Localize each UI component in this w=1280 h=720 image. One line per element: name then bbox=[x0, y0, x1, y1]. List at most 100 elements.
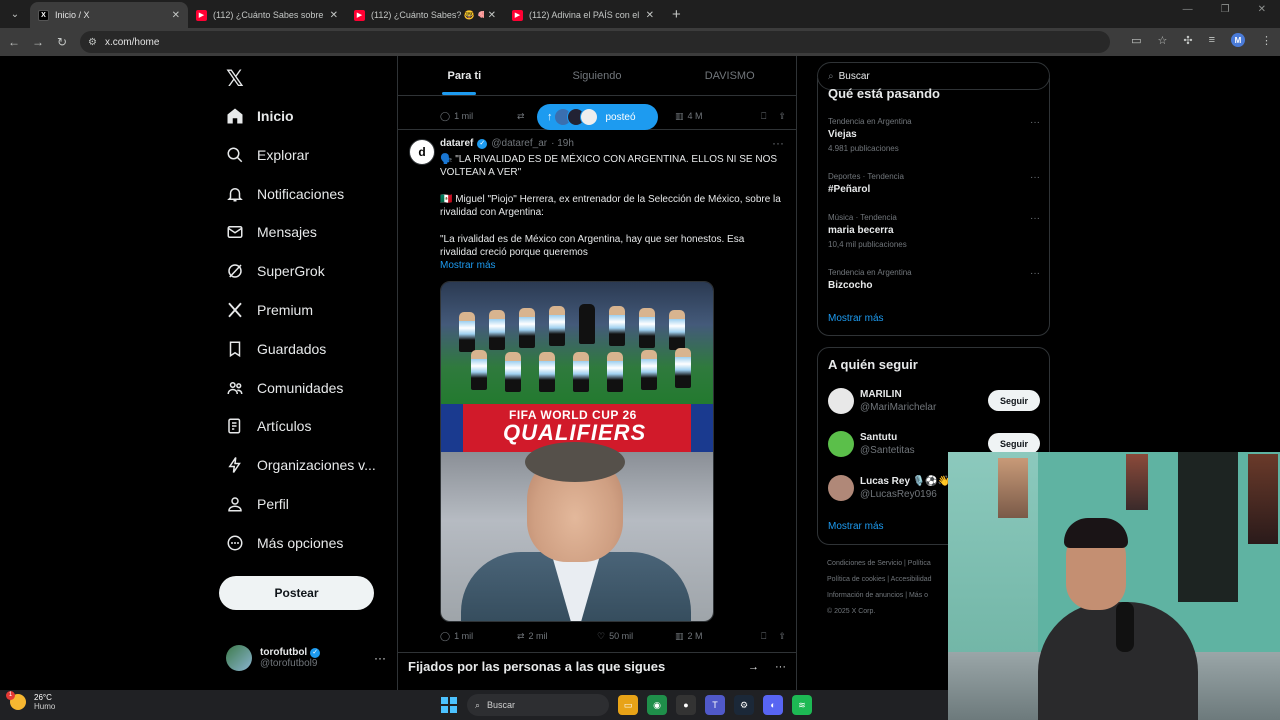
pinned-section-header[interactable]: Fijados por las personas a las que sigue… bbox=[408, 659, 786, 674]
bookmark-icon[interactable]: ⎕ bbox=[761, 631, 766, 642]
nav-item-articulos[interactable]: Artículos bbox=[226, 411, 311, 441]
new-posts-pill[interactable]: ↑ posteó bbox=[537, 104, 658, 130]
trend-more-icon[interactable]: ··· bbox=[1030, 268, 1040, 279]
follow-button[interactable]: Seguir bbox=[988, 390, 1040, 411]
minimize-icon[interactable]: — bbox=[1183, 4, 1193, 15]
close-tab-icon[interactable]: ✕ bbox=[488, 10, 496, 21]
trends-show-more-link[interactable]: Mostrar más bbox=[828, 313, 884, 324]
profile-avatar[interactable]: M bbox=[1231, 33, 1245, 47]
site-info-icon[interactable]: ⚙ bbox=[88, 37, 97, 48]
file-explorer-icon[interactable]: ▭ bbox=[618, 695, 638, 715]
extensions-icon[interactable]: ✣ bbox=[1183, 34, 1192, 47]
new-tab-button[interactable]: + bbox=[672, 6, 681, 23]
nav-item-perfil[interactable]: Perfil bbox=[226, 489, 289, 519]
steam-icon[interactable]: ⚙ bbox=[734, 695, 754, 715]
weather-temperature: 26°C bbox=[34, 693, 52, 702]
bookmark-icon bbox=[226, 340, 244, 358]
footer-link[interactable]: Condiciones de Servicio | Política bbox=[827, 556, 952, 572]
discord-icon[interactable]: ◐ bbox=[763, 695, 783, 715]
tweet-author-handle[interactable]: @dataref_ar bbox=[491, 138, 547, 149]
tweet-actions: ◯ 1 mil ⇄ 2 mil ♡ 50 mil ▥ 2 M ⎕ ⇪ bbox=[440, 629, 786, 643]
like-button[interactable]: ♡ 50 mil bbox=[597, 631, 675, 642]
close-window-icon[interactable]: ✕ bbox=[1258, 4, 1266, 15]
trends-title: Qué está pasando bbox=[828, 86, 940, 101]
address-bar[interactable]: ⚙ x.com/home bbox=[80, 31, 1110, 53]
browser-menu-icon[interactable]: ⋮ bbox=[1261, 34, 1272, 47]
nav-label: Explorar bbox=[257, 147, 310, 163]
tweet-time[interactable]: · 19h bbox=[551, 138, 574, 149]
share-icon[interactable]: ⇪ bbox=[778, 111, 786, 122]
tweet-more-icon[interactable]: ··· bbox=[772, 136, 784, 150]
reload-icon[interactable]: ↻ bbox=[50, 35, 74, 49]
obs-icon[interactable]: ● bbox=[676, 695, 696, 715]
more-options-icon[interactable]: ··· bbox=[775, 661, 786, 673]
avatar bbox=[828, 475, 854, 501]
trend-more-icon[interactable]: ··· bbox=[1030, 213, 1040, 224]
reply-button[interactable]: ◯ 1 mil bbox=[440, 111, 517, 122]
reading-list-icon[interactable]: ≡ bbox=[1209, 34, 1215, 46]
close-tab-icon[interactable]: ✕ bbox=[330, 10, 338, 21]
back-arrow-icon[interactable]: ← bbox=[2, 35, 26, 49]
trend-more-icon[interactable]: ··· bbox=[1030, 172, 1040, 183]
teams-icon[interactable]: T bbox=[705, 695, 725, 715]
follow-button[interactable]: Seguir bbox=[988, 433, 1040, 454]
maximize-icon[interactable]: ❐ bbox=[1221, 4, 1230, 15]
nav-item-mas-opciones[interactable]: Más opciones bbox=[226, 528, 343, 558]
webcam-overlay bbox=[948, 452, 1280, 720]
taskbar-search[interactable]: ⌕ Buscar bbox=[467, 694, 609, 716]
tweet-author-name[interactable]: dataref bbox=[440, 138, 473, 149]
nav-item-guardados[interactable]: Guardados bbox=[226, 334, 326, 364]
views-button[interactable]: ▥ 2 M bbox=[675, 631, 755, 642]
lightning-icon bbox=[226, 456, 244, 474]
nav-item-explorar[interactable]: Explorar bbox=[226, 140, 309, 170]
close-tab-icon[interactable]: ✕ bbox=[172, 10, 180, 21]
forward-arrow-icon[interactable]: → bbox=[26, 35, 50, 49]
x-logo-icon[interactable]: 𝕏 bbox=[226, 66, 244, 92]
reply-button[interactable]: ◯ 1 mil bbox=[440, 631, 517, 642]
avatar[interactable]: d bbox=[409, 139, 435, 165]
browser-tab-4[interactable]: ▶ (112) Adivina el PAÍS con el Nor ✕ bbox=[504, 2, 662, 28]
avatar bbox=[828, 388, 854, 414]
account-switcher[interactable]: torofutbol ✓ @torofutbol9 ··· bbox=[226, 642, 386, 674]
nav-item-premium[interactable]: Premium bbox=[226, 295, 313, 325]
nav-item-mensajes[interactable]: Mensajes bbox=[226, 217, 317, 247]
trend-item[interactable]: Música · Tendencia maria becerra 10,4 mi… bbox=[828, 213, 1040, 249]
post-button[interactable]: Postear bbox=[219, 576, 374, 610]
tab-siguiendo[interactable]: Siguiendo bbox=[531, 56, 664, 95]
follow-suggestion[interactable]: MARILIN @MariMarichelar Seguir bbox=[828, 385, 1040, 417]
more-options-icon[interactable]: ··· bbox=[374, 651, 386, 665]
tab-davismo[interactable]: DAVISMO bbox=[663, 56, 796, 95]
cast-icon[interactable]: ▭ bbox=[1131, 34, 1141, 47]
browser-tab-2[interactable]: ▶ (112) ¿Cuánto Sabes sobre la Se ✕ bbox=[188, 2, 346, 28]
arrow-right-icon[interactable]: → bbox=[748, 661, 759, 673]
follow-show-more-link[interactable]: Mostrar más bbox=[828, 521, 884, 532]
views-button[interactable]: ▥ 4 M bbox=[675, 111, 755, 122]
windows-start-icon[interactable] bbox=[441, 697, 457, 713]
bookmark-star-icon[interactable]: ☆ bbox=[1157, 34, 1167, 47]
trend-more-icon[interactable]: ··· bbox=[1030, 117, 1040, 128]
repost-button[interactable]: ⇄ 2 mil bbox=[517, 631, 597, 642]
nav-item-notificaciones[interactable]: Notificaciones bbox=[226, 179, 344, 209]
weather-widget[interactable]: 1 26°C Humo bbox=[6, 691, 55, 711]
tab-para-ti[interactable]: Para ti bbox=[398, 56, 531, 95]
tab-search-button[interactable]: ⌄ bbox=[4, 3, 26, 25]
browser-tab-3[interactable]: ▶ (112) ¿Cuánto Sabes? 🤓 🧠 Pr ✕ bbox=[346, 2, 504, 28]
browser-tab-1[interactable]: X Inicio / X ✕ bbox=[30, 2, 188, 28]
bookmark-icon[interactable]: ⎕ bbox=[761, 111, 766, 122]
nav-item-inicio[interactable]: Inicio bbox=[226, 101, 294, 131]
show-more-link[interactable]: Mostrar más bbox=[440, 260, 496, 271]
footer-link[interactable]: Información de anuncios | Más o bbox=[827, 588, 952, 604]
nav-item-comunidades[interactable]: Comunidades bbox=[226, 373, 343, 403]
heart-icon: ♡ bbox=[597, 630, 606, 641]
share-icon[interactable]: ⇪ bbox=[778, 631, 786, 642]
footer-link[interactable]: Política de cookies | Accesibilidad bbox=[827, 572, 952, 588]
trend-item[interactable]: Deportes · Tendencia #Peñarol ··· bbox=[828, 172, 1040, 195]
trend-item[interactable]: Tendencia en Argentina Bizcocho ··· bbox=[828, 268, 1040, 291]
spotify-icon[interactable]: ≋ bbox=[792, 695, 812, 715]
nav-item-supergrok[interactable]: SuperGrok bbox=[226, 256, 325, 286]
trend-item[interactable]: Tendencia en Argentina Viejas 4.981 publ… bbox=[828, 117, 1040, 153]
tweet-image[interactable]: FIFA WORLD CUP 26 QUALIFIERS bbox=[440, 281, 714, 622]
chrome-icon[interactable]: ◉ bbox=[647, 695, 667, 715]
close-tab-icon[interactable]: ✕ bbox=[646, 10, 654, 21]
nav-item-organizaciones[interactable]: Organizaciones v... bbox=[226, 450, 376, 480]
